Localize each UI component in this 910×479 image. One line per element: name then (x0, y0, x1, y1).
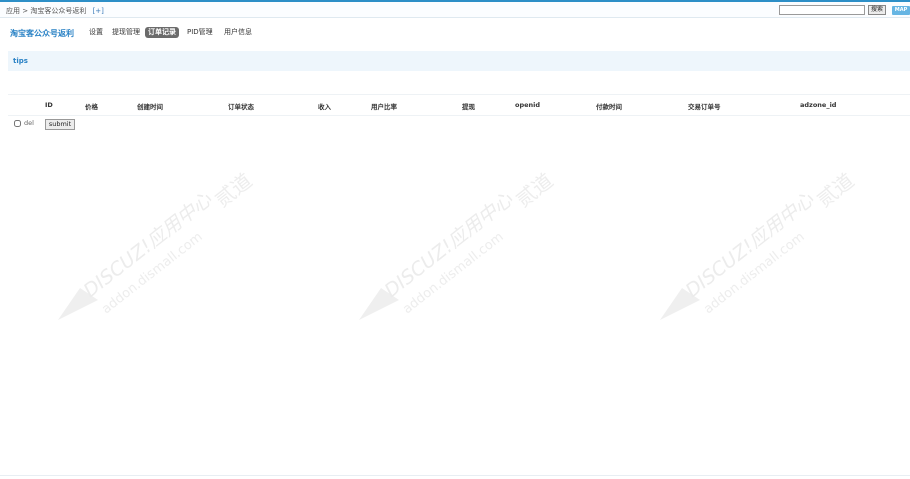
table-header: ID 价格 创建时间 订单状态 收入 用户比率 提现 openid 付款时间 交… (8, 94, 910, 116)
watermark-logo: DISCUZ!应用中心 addon.dismall.com 贰道 (660, 168, 859, 320)
delete-label: del (24, 119, 34, 127)
column-header-id: ID (45, 101, 53, 109)
delete-checkbox[interactable] (14, 119, 21, 127)
column-header-adzone-id: adzone_id (800, 101, 837, 109)
tips-panel: tips (8, 51, 910, 71)
footer-divider (0, 475, 910, 476)
breadcrumb: 应用 > 淘宝客公众号返利 [+] (6, 6, 104, 16)
column-header-withdraw: 提现 (462, 103, 475, 111)
column-header-order-status: 订单状态 (228, 103, 254, 111)
tab-user-info[interactable]: 用户信息 (224, 27, 252, 38)
tab-settings[interactable]: 设置 (89, 27, 103, 38)
top-bar: 应用 > 淘宝客公众号返利 [+] 搜索 MAP (0, 0, 910, 18)
tab-pid-management[interactable]: PID管理 (187, 27, 213, 38)
watermark-logo: DISCUZ!应用中心 addon.dismall.com 贰道 (58, 168, 257, 320)
watermark-logo: DISCUZ!应用中心 addon.dismall.com 贰道 (359, 168, 558, 320)
breadcrumb-root[interactable]: 应用 (6, 7, 20, 15)
column-header-created-time: 创建时间 (137, 103, 163, 111)
search-button[interactable]: 搜索 (868, 5, 886, 15)
watermark-suffix-text: 贰道 (812, 168, 858, 212)
breadcrumb-current: 淘宝客公众号返利 (30, 7, 87, 15)
tab-order-records[interactable]: 订单记录 (145, 27, 179, 38)
plugin-title: 淘宝客公众号返利 (10, 29, 74, 38)
column-header-paid-time: 付款时间 (596, 103, 622, 111)
delete-toggle[interactable]: del (14, 119, 34, 129)
breadcrumb-separator: > (22, 7, 29, 15)
column-header-openid: openid (515, 101, 541, 109)
column-header-income: 收入 (318, 103, 331, 111)
map-button[interactable]: MAP (892, 6, 910, 15)
watermark-suffix-text: 贰道 (511, 168, 557, 212)
column-header-trade-order-no: 交易订单号 (688, 103, 721, 111)
plugin-nav: 淘宝客公众号返利 设置 提现管理 订单记录 PID管理 用户信息 (0, 26, 910, 40)
column-header-price: 价格 (85, 103, 98, 111)
add-shortcut-link[interactable]: [+] (93, 7, 104, 15)
column-header-user-rate: 用户比率 (371, 103, 397, 111)
tab-withdraw-management[interactable]: 提现管理 (112, 27, 140, 38)
tips-label: tips (13, 57, 28, 65)
search-input[interactable] (779, 5, 865, 15)
submit-button[interactable]: submit (45, 119, 75, 130)
watermark-suffix-text: 贰道 (210, 168, 256, 212)
